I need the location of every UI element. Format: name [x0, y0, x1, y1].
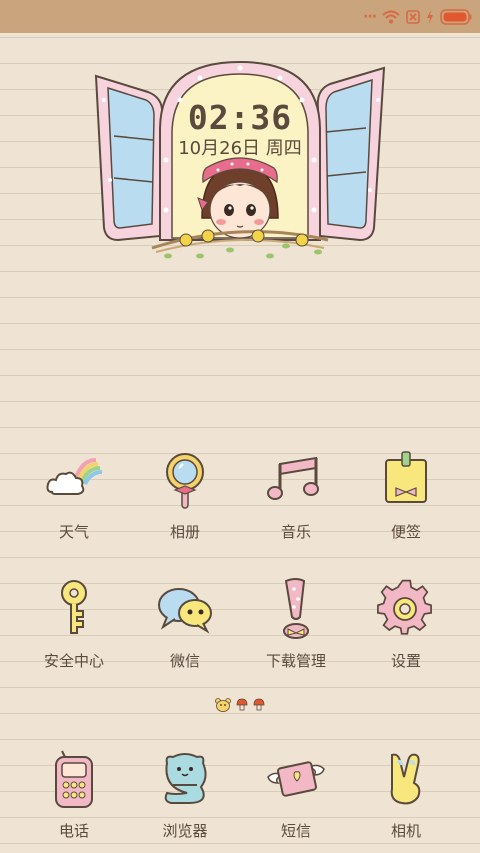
app-label: 相机 [390, 822, 421, 840]
no-sim-icon [406, 9, 420, 24]
app-label: 便签 [390, 523, 421, 541]
app-label: 下载管理 [265, 652, 326, 670]
app-label: 设置 [390, 652, 421, 670]
app-label: 浏览器 [162, 822, 208, 840]
app-gallery[interactable]: 相册 [130, 448, 240, 542]
wechat-bubbles-icon [153, 577, 217, 641]
app-notes[interactable]: 便签 [351, 448, 461, 542]
page-dot-current-bear-icon[interactable] [215, 697, 231, 716]
more-indicator: ··· [363, 8, 377, 25]
browser-icon [153, 747, 217, 811]
app-browser[interactable]: 浏览器 [130, 747, 240, 841]
phone-icon [42, 747, 106, 811]
app-label: 相册 [169, 523, 200, 541]
battery-icon [440, 8, 472, 25]
app-wechat[interactable]: 微信 [130, 577, 240, 671]
app-camera[interactable]: 相机 [351, 747, 461, 841]
mirror-gallery-icon [153, 448, 217, 512]
gear-icon [374, 577, 438, 641]
app-phone[interactable]: 电话 [19, 747, 129, 841]
download-exclamation-icon [264, 577, 328, 641]
app-label: 天气 [58, 523, 89, 541]
page-dot-mushroom-icon[interactable] [253, 697, 265, 716]
clock-time: 02:36 [187, 98, 293, 137]
status-bar: ··· [0, 0, 480, 33]
clock-widget[interactable]: 02:36 10月26日 周四 [175, 100, 305, 160]
note-icon [374, 448, 438, 512]
page-dot-mushroom-icon[interactable] [236, 697, 248, 716]
weather-icon [42, 448, 106, 512]
app-sms[interactable]: 短信 [241, 747, 351, 841]
key-security-icon [42, 577, 106, 641]
wifi-icon [382, 10, 400, 24]
app-label: 电话 [58, 822, 89, 840]
app-security[interactable]: 安全中心 [19, 577, 129, 671]
app-music[interactable]: 音乐 [241, 448, 351, 542]
page-indicator[interactable] [0, 697, 480, 716]
window-illustration [90, 60, 390, 270]
app-downloads[interactable]: 下载管理 [241, 577, 351, 671]
app-weather[interactable]: 天气 [19, 448, 129, 542]
clock-date: 10月26日 周四 [178, 138, 302, 159]
music-note-icon [264, 448, 328, 512]
app-settings[interactable]: 设置 [351, 577, 461, 671]
camera-victory-icon [374, 747, 438, 811]
app-label: 安全中心 [43, 652, 104, 670]
charging-icon [426, 9, 434, 24]
app-label: 短信 [280, 822, 311, 840]
app-label: 音乐 [280, 523, 311, 541]
app-label: 微信 [169, 652, 200, 670]
envelope-wings-icon [264, 747, 328, 811]
